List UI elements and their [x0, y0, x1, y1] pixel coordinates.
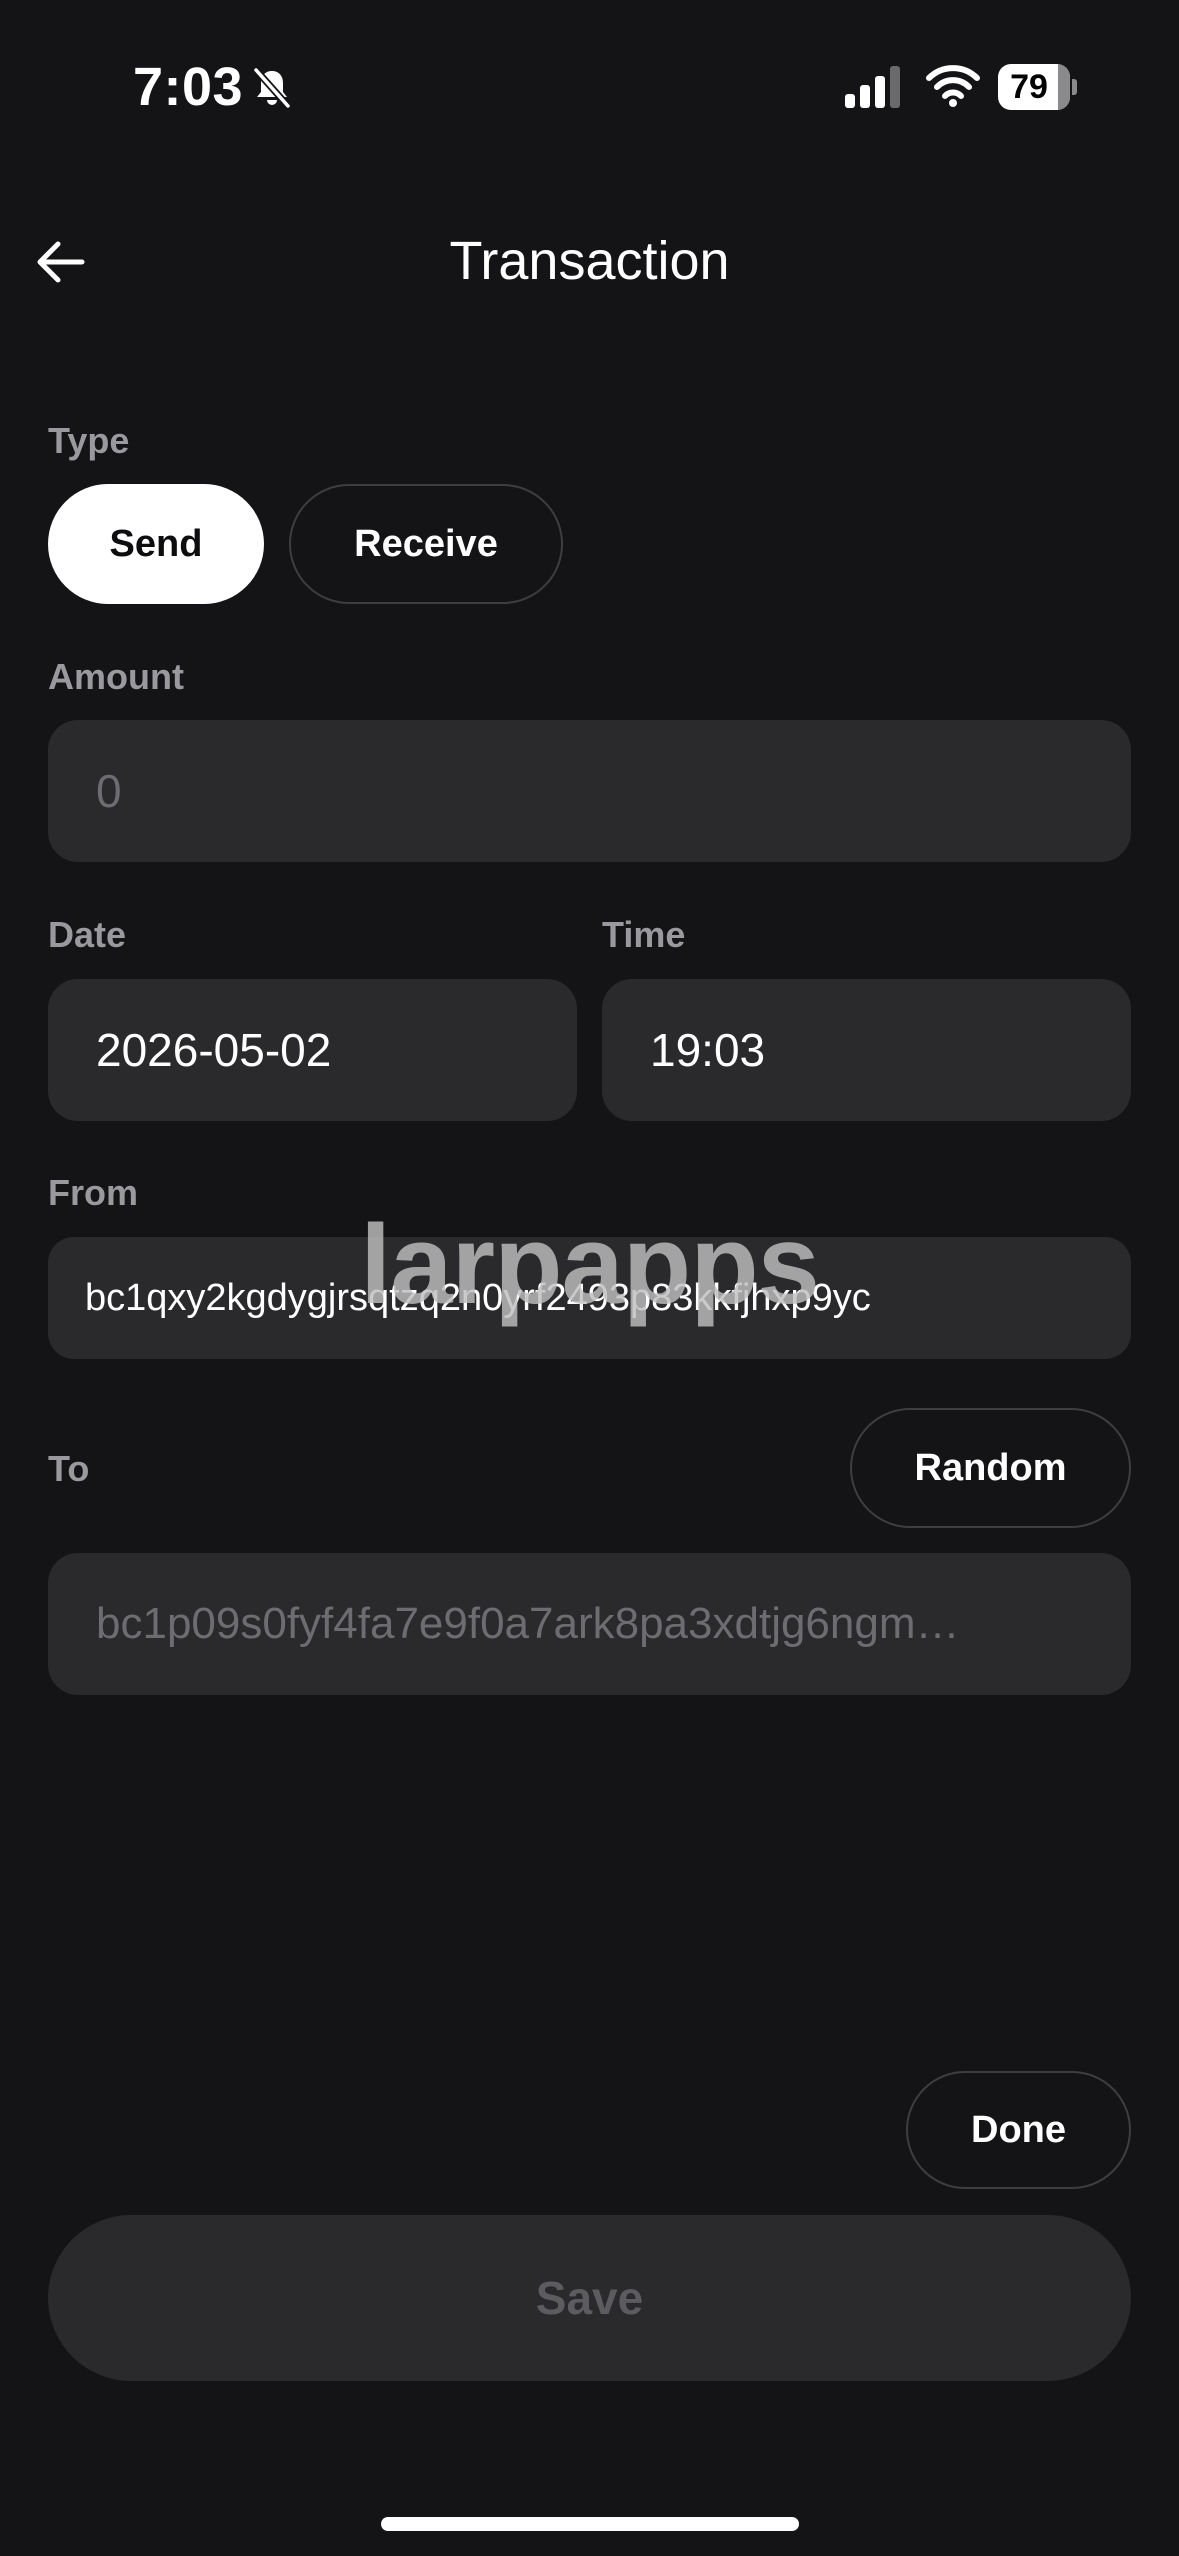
wifi-icon — [926, 65, 980, 107]
date-label: Date — [48, 914, 127, 955]
amount-label: Amount — [48, 656, 184, 697]
send-button[interactable]: Send — [48, 484, 264, 604]
to-label: To — [48, 1448, 90, 1489]
silent-bell-icon — [253, 67, 291, 109]
battery-level: 79 — [1010, 68, 1048, 106]
page-title: Transaction — [449, 231, 730, 291]
time-label: Time — [602, 914, 686, 955]
amount-input[interactable]: 0 — [48, 720, 1131, 862]
home-indicator[interactable] — [381, 2517, 799, 2531]
from-address-field[interactable]: bc1qxy2kgdygjrsqtzq2n0yrf2493p83kkfjhxp9… — [48, 1237, 1131, 1359]
battery-icon: 79 — [998, 64, 1078, 110]
save-button[interactable]: Save — [48, 2215, 1131, 2381]
time-field[interactable]: 19:03 — [602, 979, 1131, 1121]
to-address-placeholder: bc1p09s0fyf4fa7e9f0a7ark8pa3xdtjg6ngm… — [96, 1599, 960, 1648]
amount-placeholder: 0 — [96, 765, 122, 817]
to-address-input[interactable]: bc1p09s0fyf4fa7e9f0a7ark8pa3xdtjg6ngm… — [48, 1553, 1131, 1695]
status-time: 7:03 — [133, 57, 244, 117]
cellular-signal-icon — [845, 66, 900, 108]
done-button[interactable]: Done — [906, 2071, 1131, 2189]
type-label: Type — [48, 420, 130, 461]
from-label: From — [48, 1172, 138, 1213]
random-button[interactable]: Random — [850, 1408, 1131, 1528]
date-field[interactable]: 2026-05-02 — [48, 979, 577, 1121]
receive-button[interactable]: Receive — [289, 484, 563, 604]
